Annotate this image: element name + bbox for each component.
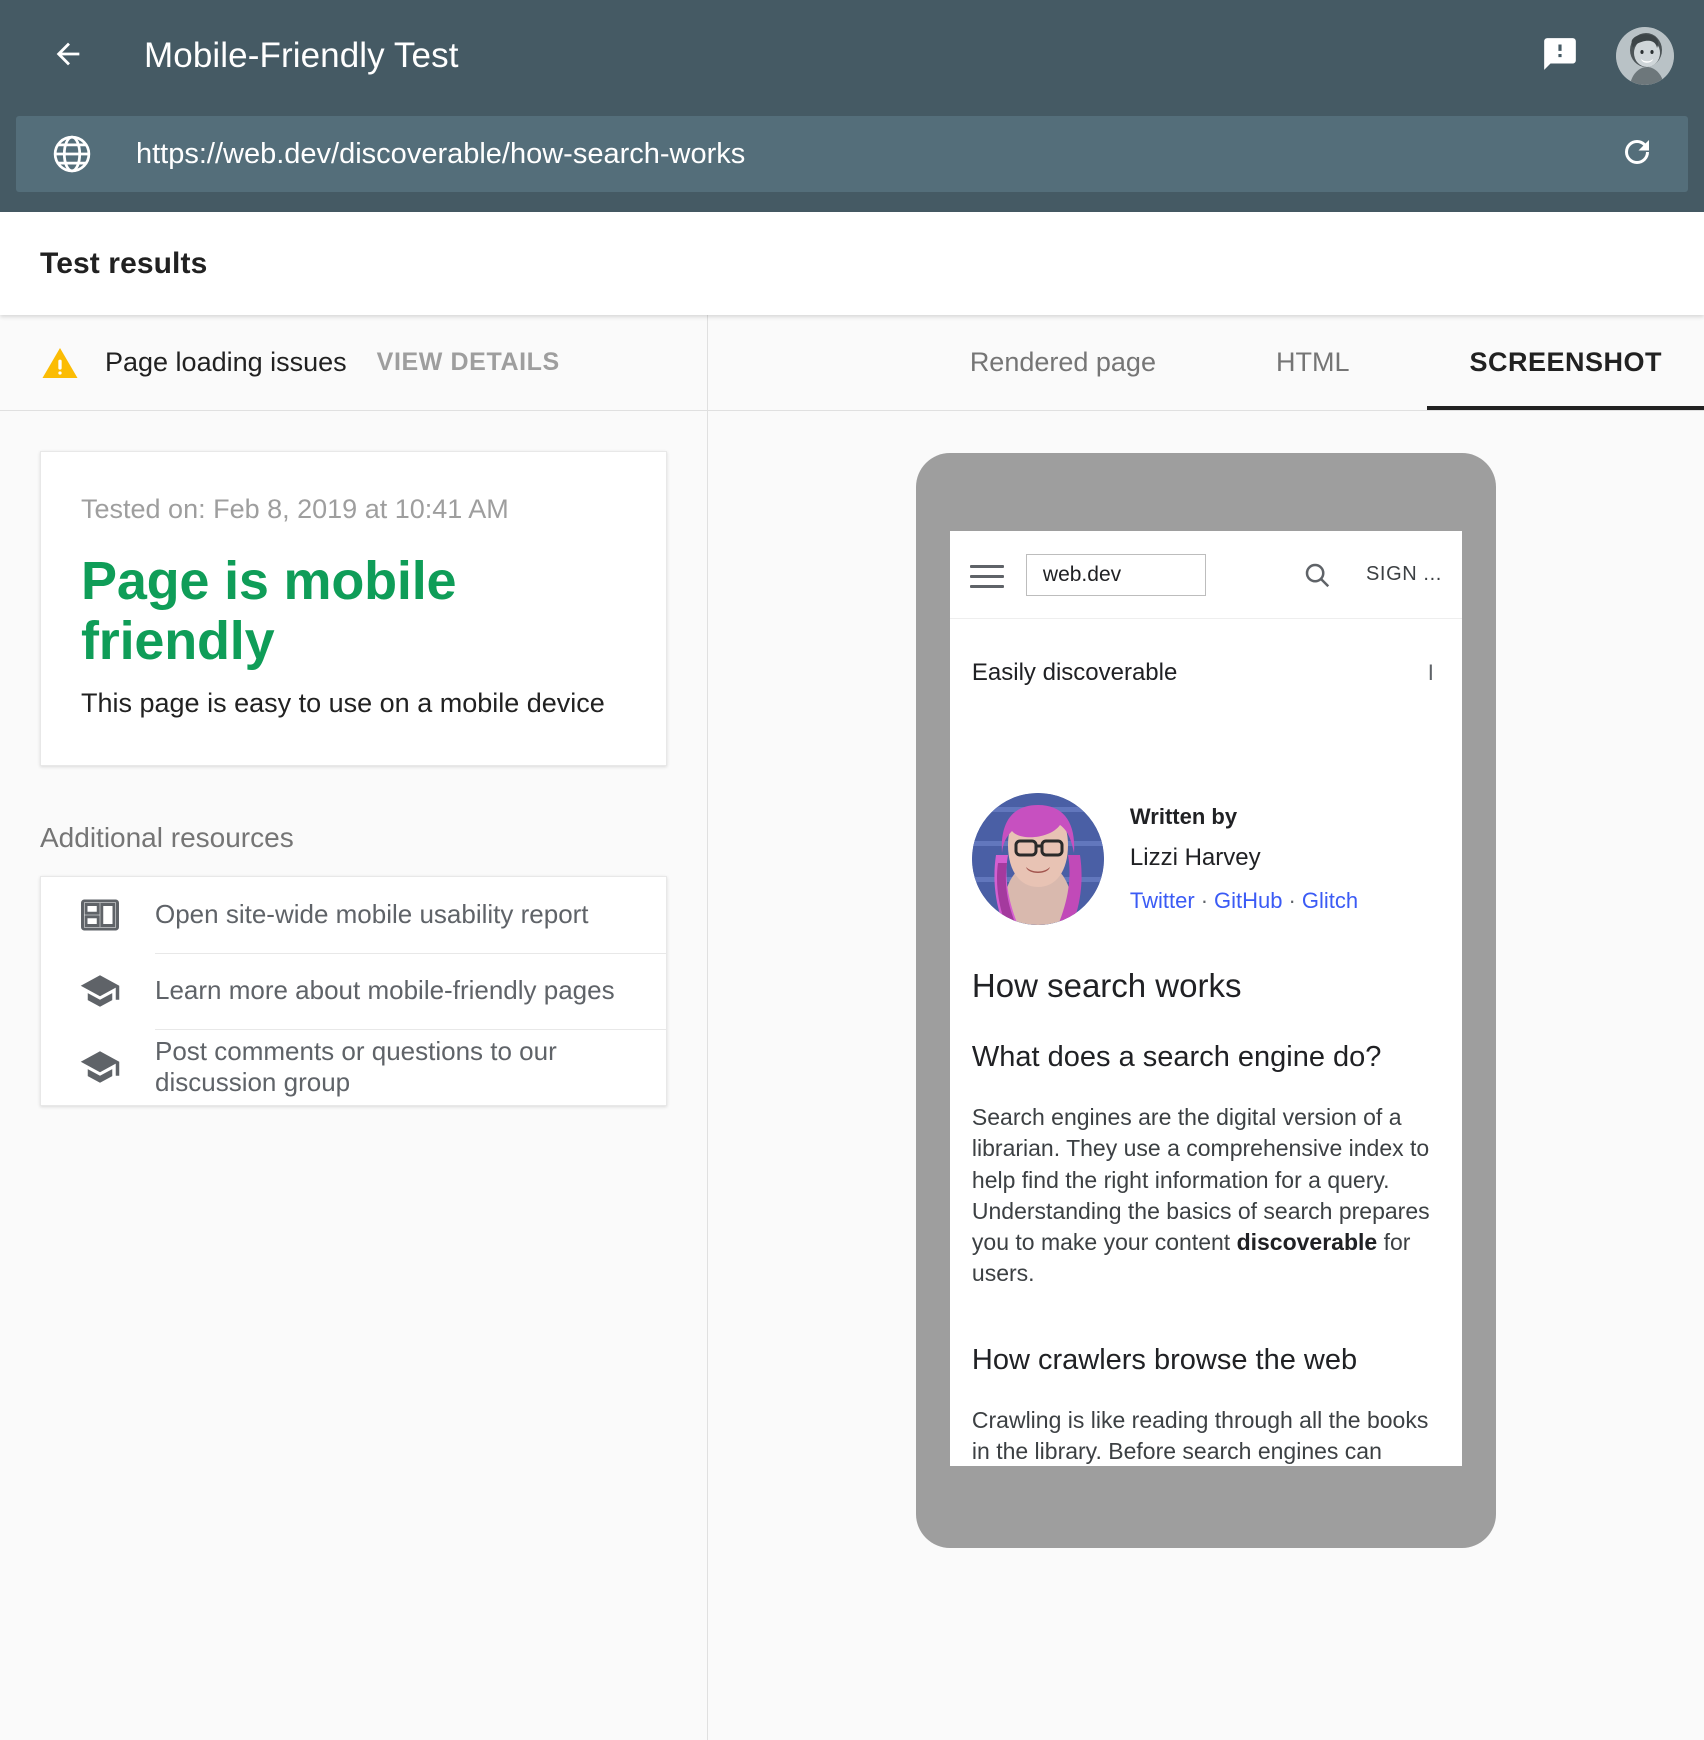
author-name: Lizzi Harvey: [1130, 844, 1358, 872]
tab-rendered-page[interactable]: Rendered page: [928, 315, 1198, 410]
back-button[interactable]: [40, 28, 96, 84]
sign-up-button[interactable]: SIGN ...: [1366, 563, 1442, 586]
resource-item-label: Post comments or questions to our discus…: [155, 1036, 666, 1098]
results-title: Test results: [40, 247, 207, 281]
report-dashboard-icon: [79, 894, 121, 936]
author-link-twitter[interactable]: Twitter: [1130, 888, 1195, 913]
app-bar-top-row: Mobile-Friendly Test: [0, 0, 1704, 112]
right-pane: Rendered page HTML SCREENSHOT web.dev: [708, 315, 1704, 1740]
verdict-headline: Page is mobile friendly: [81, 551, 626, 672]
site-search-input[interactable]: web.dev: [1026, 554, 1206, 596]
preview-site-nav: web.dev SIGN ...: [950, 531, 1462, 619]
preview-breadcrumb-row: Easily discoverable I: [968, 619, 1444, 727]
preview-article-h2-second: How crawlers browse the web: [968, 1344, 1444, 1377]
reload-button[interactable]: [1614, 131, 1660, 177]
link-separator: ·: [1201, 888, 1208, 913]
preview-author-block: Written by Lizzi Harvey Twitter·GitHub·G…: [968, 793, 1444, 925]
preview-breadcrumb-label: Easily discoverable: [972, 659, 1177, 687]
school-cap-icon: [79, 1046, 121, 1088]
spacer: [1391, 315, 1427, 410]
hamburger-menu-icon[interactable]: [970, 558, 1004, 592]
additional-resources-title: Additional resources: [40, 822, 707, 854]
resource-item-label: Learn more about mobile-friendly pages: [155, 975, 615, 1006]
preview-article-h2-first: What does a search engine do?: [968, 1041, 1444, 1074]
resource-item-usability-report[interactable]: Open site-wide mobile usability report: [41, 877, 666, 953]
author-meta: Written by Lizzi Harvey Twitter·GitHub·G…: [1130, 804, 1358, 914]
link-separator: ·: [1289, 888, 1296, 913]
view-details-button[interactable]: VIEW DETAILS: [377, 348, 560, 377]
phone-mockup: web.dev SIGN ... Easily discoverable I: [916, 453, 1496, 1548]
page-title: Mobile-Friendly Test: [144, 36, 459, 76]
results-header: Test results: [0, 212, 1704, 315]
globe-icon: [50, 132, 94, 176]
additional-resources-card: Open site-wide mobile usability report L…: [40, 876, 667, 1106]
tested-on-text: Tested on: Feb 8, 2019 at 10:41 AM: [81, 494, 626, 525]
left-pane: Page loading issues VIEW DETAILS Tested …: [0, 315, 708, 1740]
author-written-by-label: Written by: [1130, 804, 1358, 830]
preview-article-paragraph-second: Crawling is like reading through all the…: [968, 1405, 1444, 1466]
phone-preview-wrapper: web.dev SIGN ... Easily discoverable I: [708, 411, 1704, 1548]
preview-article-paragraph-first: Search engines are the digital version o…: [968, 1102, 1444, 1290]
spacer: [1198, 315, 1234, 410]
author-link-github[interactable]: GitHub: [1214, 888, 1282, 913]
author-links: Twitter·GitHub·Glitch: [1130, 888, 1358, 914]
arrow-back-icon: [51, 37, 85, 76]
resource-item-label: Open site-wide mobile usability report: [155, 899, 589, 930]
tab-html[interactable]: HTML: [1234, 315, 1392, 410]
preview-content: Easily discoverable I: [950, 619, 1462, 1466]
result-card: Tested on: Feb 8, 2019 at 10:41 AM Page …: [40, 451, 667, 766]
preview-breadcrumb-marker: I: [1428, 660, 1440, 686]
school-cap-icon: [79, 970, 121, 1012]
resource-item-learn-more[interactable]: Learn more about mobile-friendly pages: [41, 953, 666, 1029]
page-loading-issues-bar: Page loading issues VIEW DETAILS: [0, 315, 707, 411]
tab-screenshot[interactable]: SCREENSHOT: [1427, 315, 1704, 410]
search-icon[interactable]: [1302, 560, 1332, 590]
verdict-subtext: This page is easy to use on a mobile dev…: [81, 688, 626, 719]
paragraph-bold-term: discoverable: [1237, 1229, 1378, 1255]
feedback-icon: [1541, 35, 1579, 78]
app-bar: Mobile-Friendly Test: [0, 0, 1704, 212]
url-bar[interactable]: https://web.dev/discoverable/how-search-…: [16, 116, 1688, 192]
reload-icon: [1619, 134, 1655, 175]
url-input[interactable]: https://web.dev/discoverable/how-search-…: [136, 138, 1614, 171]
content-split: Page loading issues VIEW DETAILS Tested …: [0, 315, 1704, 1740]
feedback-button[interactable]: [1532, 28, 1588, 84]
author-avatar: [972, 793, 1104, 925]
avatar[interactable]: [1616, 27, 1674, 85]
preview-tabs: Rendered page HTML SCREENSHOT: [708, 315, 1704, 411]
spacer: [748, 315, 928, 410]
phone-screen: web.dev SIGN ... Easily discoverable I: [950, 531, 1462, 1466]
preview-article-h1: How search works: [968, 967, 1444, 1005]
warning-triangle-icon: [40, 343, 80, 383]
issue-label: Page loading issues: [105, 347, 347, 378]
author-link-glitch[interactable]: Glitch: [1302, 888, 1358, 913]
resource-item-discussion-group[interactable]: Post comments or questions to our discus…: [41, 1029, 666, 1105]
